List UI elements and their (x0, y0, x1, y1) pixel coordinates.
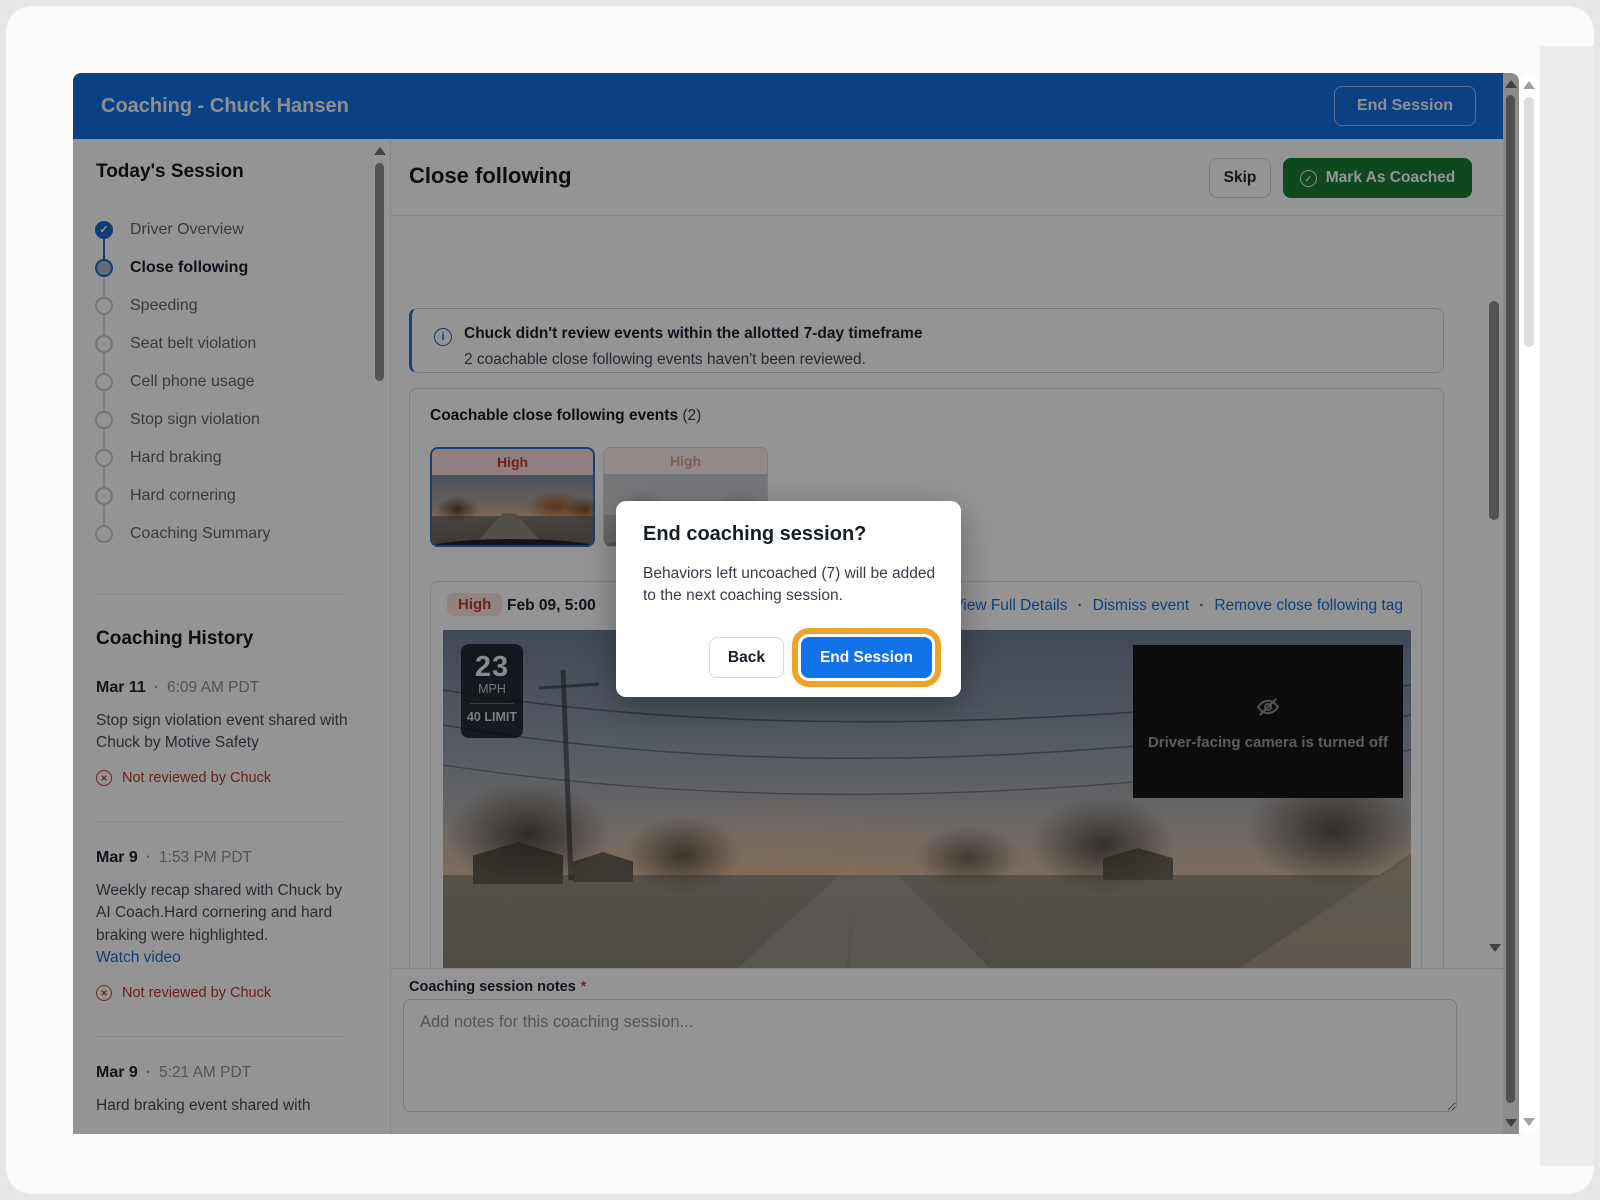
end-session-dialog: End coaching session? Behaviors left unc… (616, 501, 961, 697)
scroll-down-icon[interactable] (1523, 1118, 1535, 1126)
back-button[interactable]: Back (709, 637, 784, 678)
confirm-end-session-button[interactable]: End Session (801, 637, 932, 678)
page-scrollbar[interactable] (1520, 73, 1538, 1134)
screenshot-background: Coaching - Chuck Hansen End Session Toda… (6, 6, 1594, 1194)
scroll-up-icon[interactable] (1523, 81, 1535, 89)
frame-right-strip (1540, 46, 1594, 1166)
dialog-title: End coaching session? (643, 523, 866, 546)
dialog-body: Behaviors left uncoached (7) will be add… (643, 563, 938, 608)
scrollbar-thumb[interactable] (1524, 97, 1534, 347)
